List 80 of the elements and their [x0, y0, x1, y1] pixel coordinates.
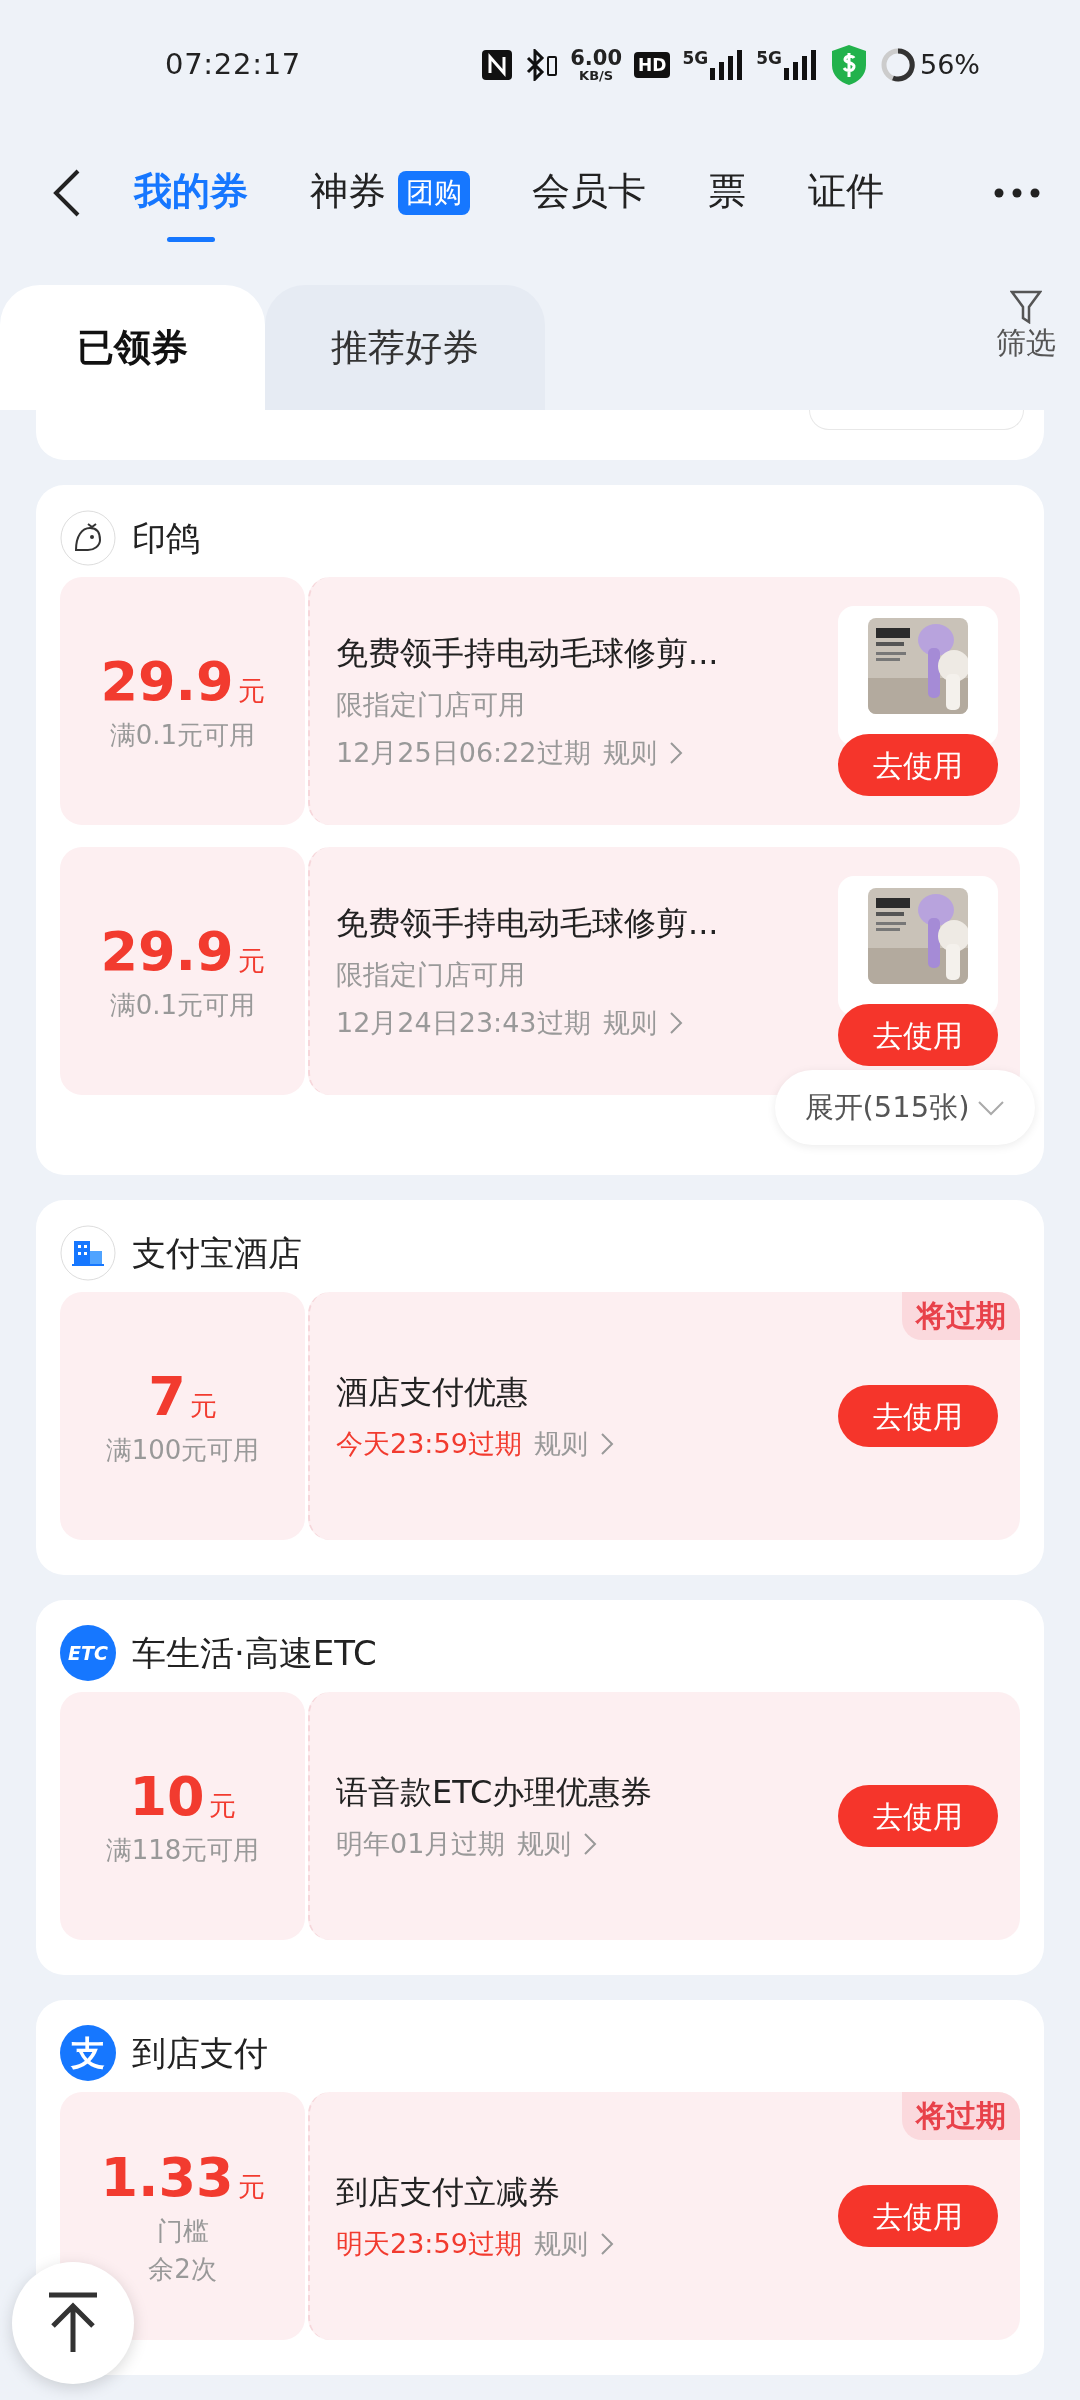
- rules-link[interactable]: 规则: [517, 1823, 572, 1865]
- filter-button[interactable]: 筛选: [996, 290, 1056, 358]
- battery-percent: 56%: [920, 47, 980, 82]
- coupon-title: 语音款ETC办理优惠券: [336, 1771, 654, 1813]
- use-button[interactable]: 去使用: [838, 1004, 998, 1066]
- usage-condition: 门槛: [156, 2214, 209, 2248]
- merchant-name: 支付宝酒店: [132, 1231, 302, 1275]
- bluetooth-icon: [524, 49, 559, 81]
- coupon-title: 免费领手持电动毛球修剪...: [336, 902, 720, 944]
- hd-badge: HD: [634, 52, 671, 78]
- expiry-date: 今天23:59过期: [336, 1426, 522, 1461]
- currency-unit: 元: [208, 1789, 236, 1824]
- bird-logo-icon: [60, 510, 116, 566]
- chevron-right-icon: [583, 1832, 598, 1856]
- usage-note: 限指定门店可用: [336, 957, 526, 992]
- usage-condition: 满100元可用: [105, 1433, 260, 1467]
- expiring-tag: 将过期: [902, 1292, 1020, 1340]
- etc-logo: ETC: [60, 1625, 116, 1681]
- expiry-date: 12月24日23:43过期: [336, 1006, 591, 1040]
- expiring-tag: 将过期: [902, 2092, 1020, 2140]
- nav-tab[interactable]: 证件: [808, 143, 884, 242]
- network-label: 5G: [756, 50, 782, 67]
- use-button[interactable]: 去使用: [838, 1785, 998, 1847]
- nav-tab[interactable]: 我的券: [134, 143, 248, 242]
- rules-link[interactable]: 规则: [602, 1003, 657, 1044]
- shield-icon: [830, 44, 868, 86]
- pay-logo: 支: [60, 2025, 116, 2081]
- more-icon[interactable]: [994, 187, 1040, 198]
- clock-time: 07:22:17: [165, 46, 302, 84]
- arrow-to-top-icon: [47, 2292, 99, 2354]
- coupon-amount: 10: [129, 1764, 205, 1831]
- group-buy-badge: 团购: [398, 170, 470, 215]
- use-button[interactable]: 去使用: [838, 2185, 998, 2247]
- usage-note: 限指定门店可用: [336, 687, 526, 722]
- currency-unit: 元: [189, 1389, 217, 1424]
- coupon-amount: 7: [148, 1364, 186, 1431]
- speed-value: 6.00: [570, 48, 623, 69]
- use-button[interactable]: 去使用: [838, 1385, 998, 1447]
- speed-unit: KB/S: [579, 69, 614, 82]
- usage-condition: 余2次: [148, 2252, 217, 2286]
- coupon-amount: 1.33: [100, 2145, 234, 2212]
- expand-button[interactable]: 展开(515张): [775, 1070, 1035, 1145]
- network-label: 5G: [682, 50, 709, 67]
- merchant-name: 车生活·高速ETC: [132, 1631, 377, 1675]
- building-logo-icon: [60, 1225, 116, 1281]
- chevron-right-icon: [668, 1011, 683, 1036]
- usage-condition: 满118元可用: [105, 1833, 260, 1867]
- rules-link[interactable]: 规则: [533, 1423, 588, 1465]
- currency-unit: 元: [237, 944, 265, 979]
- nav-tab[interactable]: 会员卡: [532, 143, 646, 242]
- usage-condition: 满0.1元可用: [109, 988, 256, 1022]
- filter-icon: [1010, 290, 1042, 324]
- nfc-icon: [482, 50, 513, 80]
- expiry-date: 明天23:59过期: [336, 2226, 522, 2261]
- use-button[interactable]: 去使用: [838, 734, 998, 796]
- usage-condition: 满0.1元可用: [109, 718, 256, 752]
- nav-tab[interactable]: 神券: [310, 143, 386, 242]
- coupon-amount: 29.9: [100, 649, 234, 716]
- chevron-right-icon: [599, 1432, 614, 1456]
- coupon-title: 酒店支付优惠: [336, 1371, 529, 1413]
- coupon-amount: 29.9: [100, 919, 234, 986]
- nav-tab[interactable]: 票: [708, 143, 746, 242]
- currency-unit: 元: [237, 674, 265, 709]
- chevron-right-icon: [668, 741, 683, 766]
- rules-link[interactable]: 规则: [533, 2223, 588, 2265]
- chevron-right-icon: [599, 2232, 614, 2256]
- coupon-title: 免费领手持电动毛球修剪...: [336, 632, 720, 674]
- battery-ring-icon: [880, 47, 916, 83]
- coupon-title: 到店支付立减券: [336, 2171, 561, 2213]
- merchant-name: 到店支付: [132, 2031, 268, 2075]
- currency-unit: 元: [237, 2170, 265, 2205]
- sub-tab[interactable]: 已领券: [0, 285, 265, 410]
- rules-link[interactable]: 规则: [602, 733, 657, 774]
- sub-tab[interactable]: 推荐好券: [265, 285, 545, 410]
- chevron-down-icon: [977, 1099, 1006, 1116]
- expiry-date: 12月25日06:22过期: [336, 736, 591, 770]
- merchant-name: 印鸽: [132, 516, 200, 560]
- signal-icon: [710, 50, 745, 80]
- signal-icon: [784, 50, 818, 80]
- expiry-date: 明年01月过期: [336, 1826, 506, 1861]
